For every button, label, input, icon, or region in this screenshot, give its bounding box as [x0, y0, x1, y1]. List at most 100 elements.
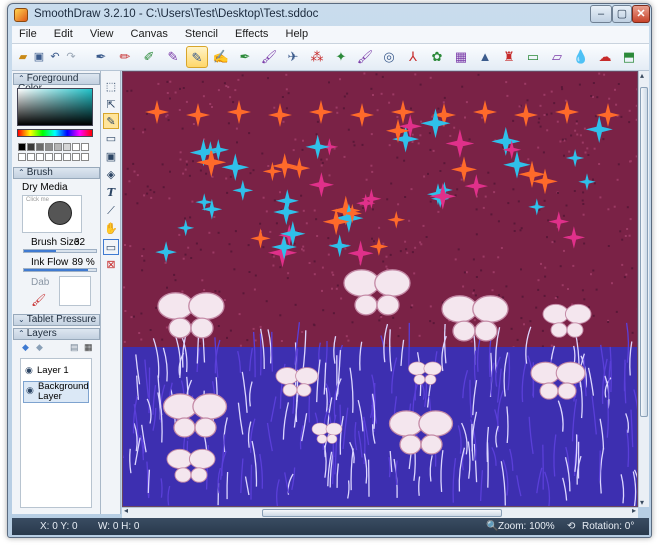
- layer-down-icon[interactable]: ◆: [36, 342, 43, 353]
- eye-icon[interactable]: ◉: [25, 365, 33, 376]
- water-icon[interactable]: 💧: [570, 46, 592, 68]
- brush-header[interactable]: ⌃ Brush: [13, 167, 100, 179]
- pastel-icon[interactable]: ✍: [210, 46, 232, 68]
- layer-up-icon[interactable]: ◆: [22, 342, 29, 353]
- scroll-right-icon[interactable]: ▸: [632, 506, 636, 515]
- horizontal-scrollbar[interactable]: ◂ ▸: [122, 506, 638, 518]
- eye-icon[interactable]: ◉: [26, 385, 34, 396]
- eraser-tool-icon[interactable]: ▭: [103, 131, 119, 147]
- palette-swatch[interactable]: [54, 143, 62, 151]
- palette-swatch[interactable]: [72, 143, 80, 151]
- zoom-level[interactable]: Zoom: 100%: [498, 518, 555, 535]
- vertical-scroll-thumb[interactable]: [640, 87, 648, 417]
- layer-item[interactable]: ◉ Layer 1: [23, 365, 89, 379]
- menu-help[interactable]: Help: [279, 26, 316, 42]
- move-icon[interactable]: ⇱: [103, 97, 119, 113]
- layer-merge-icon[interactable]: ▤: [70, 342, 79, 353]
- stamp-icon[interactable]: ♜: [498, 46, 520, 68]
- spray-icon[interactable]: ⁂: [306, 46, 328, 68]
- menu-edit[interactable]: Edit: [47, 26, 80, 42]
- noise-dot: [498, 294, 500, 296]
- paint-brush-icon[interactable]: 🖌: [354, 46, 376, 68]
- save-icon[interactable]: ▣: [32, 50, 46, 64]
- color-picker-field[interactable]: [17, 88, 93, 126]
- noise-dot: [308, 262, 311, 264]
- open-icon[interactable]: ▰: [16, 50, 30, 64]
- scroll-left-icon[interactable]: ◂: [124, 506, 128, 515]
- eraser-icon[interactable]: ▭: [522, 46, 544, 68]
- palette-swatch[interactable]: [27, 143, 35, 151]
- palette-swatch[interactable]: [63, 143, 71, 151]
- grass-icon[interactable]: ⅄: [402, 46, 424, 68]
- brush-preview[interactable]: Click me: [22, 195, 82, 233]
- horizontal-scroll-thumb[interactable]: [262, 509, 502, 517]
- tablet-pressure-header[interactable]: ⌄ Tablet Pressure: [13, 314, 100, 326]
- rotation-icon[interactable]: ⟲: [567, 518, 575, 535]
- brush-size-slider[interactable]: [23, 249, 97, 253]
- redo-icon[interactable]: ↷: [64, 50, 78, 64]
- rotation-value[interactable]: Rotation: 0°: [582, 518, 634, 535]
- ink-flow-slider[interactable]: [23, 268, 97, 272]
- dab-preview[interactable]: [59, 276, 91, 306]
- text-tool-icon[interactable]: T: [103, 185, 119, 201]
- pen-icon[interactable]: ✒: [90, 46, 112, 68]
- marker-icon[interactable]: ✎: [162, 46, 184, 68]
- foreground-color-header[interactable]: ⌃Foreground Color: [13, 73, 100, 94]
- palette-swatch[interactable]: [36, 143, 44, 151]
- palette-swatch[interactable]: [81, 153, 89, 161]
- palette-swatch[interactable]: [45, 143, 53, 151]
- scroll-down-icon[interactable]: ▾: [640, 498, 644, 507]
- fill-icon[interactable]: ◈: [103, 167, 119, 183]
- scroll-up-icon[interactable]: ▴: [640, 71, 644, 80]
- close-button[interactable]: ✕: [632, 5, 650, 23]
- hatch-icon[interactable]: ▦: [450, 46, 472, 68]
- image-icon[interactable]: ▣: [103, 149, 119, 165]
- minimize-button[interactable]: –: [590, 5, 612, 23]
- palette-swatch[interactable]: [63, 153, 71, 161]
- crayon-icon[interactable]: ✐: [138, 46, 160, 68]
- glitter-icon[interactable]: ✦: [330, 46, 352, 68]
- hand-icon[interactable]: ✋: [103, 221, 119, 237]
- palette-swatch[interactable]: [27, 153, 35, 161]
- palette-swatch[interactable]: [81, 143, 89, 151]
- palette-swatch[interactable]: [36, 153, 44, 161]
- brush-icon[interactable]: 🖌: [258, 46, 280, 68]
- palette-swatch[interactable]: [54, 153, 62, 161]
- palette-swatch[interactable]: [72, 153, 80, 161]
- noise-dot: [300, 194, 303, 197]
- pencil-icon[interactable]: ✏: [114, 46, 136, 68]
- palette-swatch[interactable]: [18, 153, 26, 161]
- menu-file[interactable]: File: [12, 26, 44, 42]
- hue-slider[interactable]: [17, 129, 93, 137]
- stone-icon[interactable]: ▲: [474, 46, 496, 68]
- flower-icon[interactable]: ✿: [426, 46, 448, 68]
- menu-effects[interactable]: Effects: [228, 26, 275, 42]
- smudge-icon[interactable]: ☁: [594, 46, 616, 68]
- zoom-icon[interactable]: 🔍: [486, 518, 498, 535]
- vertical-scrollbar[interactable]: ▴ ▾: [638, 71, 649, 507]
- calligraphy-icon[interactable]: ✒: [234, 46, 256, 68]
- noise-dot: [411, 133, 414, 136]
- brush-tool-icon[interactable]: ✎: [103, 113, 119, 129]
- layer-item-selected[interactable]: ◉ Background Layer: [23, 381, 89, 403]
- dab-brush-icon[interactable]: 🖌: [31, 293, 46, 307]
- layers-header[interactable]: ⌃ Layers: [13, 328, 100, 340]
- palette-swatch[interactable]: [18, 143, 26, 151]
- highlighter-icon[interactable]: ✎: [186, 46, 208, 68]
- select-rect-icon[interactable]: ⬚: [103, 79, 119, 95]
- shape-rect-icon[interactable]: ▭: [103, 239, 119, 255]
- menu-stencil[interactable]: Stencil: [178, 26, 225, 42]
- soft-eraser-icon[interactable]: ▱: [546, 46, 568, 68]
- menu-canvas[interactable]: Canvas: [124, 26, 175, 42]
- effect-icon[interactable]: ⬒: [618, 46, 640, 68]
- undo-icon[interactable]: ↶: [48, 50, 62, 64]
- menu-view[interactable]: View: [83, 26, 121, 42]
- maximize-button[interactable]: ▢: [612, 5, 632, 23]
- layer-menu-icon[interactable]: ▦: [84, 342, 93, 353]
- airbrush-icon[interactable]: ✈: [282, 46, 304, 68]
- eyedropper-icon[interactable]: ⟋: [103, 203, 119, 219]
- blur-icon[interactable]: ◎: [378, 46, 400, 68]
- drawing-canvas[interactable]: [122, 71, 638, 507]
- palette-swatch[interactable]: [45, 153, 53, 161]
- clear-icon[interactable]: ⊠: [103, 257, 119, 273]
